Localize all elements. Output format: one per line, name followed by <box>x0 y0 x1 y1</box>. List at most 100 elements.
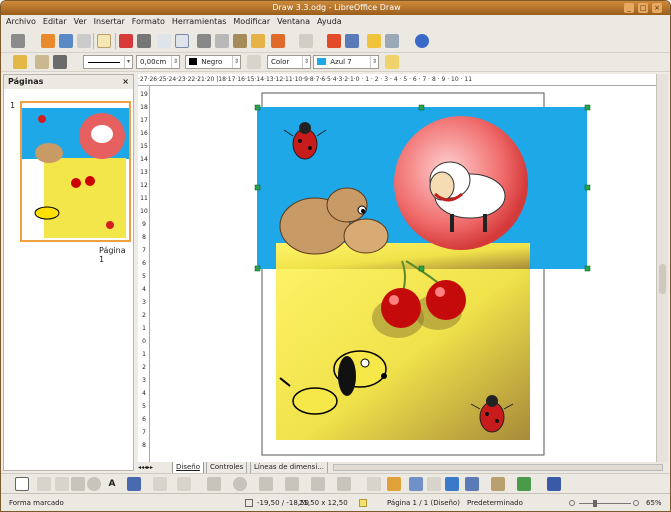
text-tool-icon[interactable]: A <box>105 477 119 491</box>
menu-ventana[interactable]: Ventana <box>277 17 310 26</box>
print-icon[interactable] <box>137 34 151 48</box>
open-icon[interactable] <box>41 34 55 48</box>
paste-icon[interactable] <box>233 34 247 48</box>
callouts-icon[interactable] <box>311 477 325 491</box>
horizontal-ruler[interactable]: ·27·26·25·24·23·22·21·20 |18·17·16·15·14… <box>138 74 656 86</box>
line-style-icon[interactable] <box>13 55 27 69</box>
fill-type-select[interactable]: Color ⇕ <box>267 55 311 69</box>
lines-arrows-icon[interactable] <box>177 477 191 491</box>
maximize-icon[interactable]: □ <box>638 3 648 13</box>
select-icon[interactable] <box>15 477 29 491</box>
redo-icon[interactable] <box>299 34 313 48</box>
menu-archivo[interactable]: Archivo <box>6 17 36 26</box>
table-icon[interactable] <box>345 34 359 48</box>
spellcheck-icon[interactable] <box>157 34 171 48</box>
app-window: Draw 3.3.odg - LibreOffice Draw _ □ × Ar… <box>0 0 671 512</box>
help-icon[interactable] <box>415 34 429 48</box>
fill-color-select[interactable]: Azul 7 ⇕ <box>313 55 379 69</box>
line-style-select[interactable]: ▾ <box>83 55 133 69</box>
scroll-thumb[interactable] <box>659 264 666 294</box>
navigator-icon[interactable] <box>367 34 381 48</box>
vertical-ruler[interactable]: 19 18 17 16 15 14 13 12 11 10 9 8 7 6 5 4 3 2 1 0 1 2 3 4 5 6 7 8 <box>138 86 150 462</box>
area-icon[interactable] <box>247 55 261 69</box>
chart-icon[interactable] <box>327 34 341 48</box>
vertical-ruler-label: 2 <box>142 312 146 319</box>
layer-tabs: ◂◂◂▸▸ Diseño Controles Líneas de dimensi… <box>138 462 668 474</box>
points-icon[interactable] <box>367 477 381 491</box>
status-zoom: 65% <box>646 499 662 507</box>
from-file-icon[interactable] <box>427 477 441 491</box>
stars-icon[interactable] <box>337 477 351 491</box>
pages-panel-header: Páginas × <box>4 75 133 89</box>
save-icon[interactable] <box>59 34 73 48</box>
line-ends-icon[interactable] <box>53 55 67 69</box>
vertical-ruler-label: 6 <box>142 260 146 267</box>
vertical-scrollbar[interactable] <box>656 74 668 462</box>
vertical-ruler-label: 16 <box>140 130 148 137</box>
clone-format-icon[interactable] <box>251 34 265 48</box>
zoom-slider-thumb[interactable] <box>593 500 597 507</box>
zoom-slider[interactable] <box>579 503 631 504</box>
close-icon[interactable]: × <box>122 75 129 89</box>
vertical-ruler-label: 8 <box>142 442 146 449</box>
copy-icon[interactable] <box>215 34 229 48</box>
horizontal-scrollbar[interactable] <box>333 464 663 471</box>
edit-file-icon[interactable] <box>97 34 111 48</box>
vertical-ruler-label: 17 <box>140 117 148 124</box>
vertical-ruler-label: 8 <box>142 234 146 241</box>
symbol-shapes-icon[interactable] <box>233 477 247 491</box>
curve-icon[interactable] <box>127 477 141 491</box>
rectangle-icon[interactable] <box>71 477 85 491</box>
arrange-icon[interactable] <box>517 477 531 491</box>
close-icon[interactable]: × <box>652 3 662 13</box>
line-tool-icon[interactable] <box>37 477 51 491</box>
ellipse-icon[interactable] <box>87 477 101 491</box>
vertical-ruler-label: 0 <box>142 338 146 345</box>
connector-icon[interactable] <box>153 477 167 491</box>
shadow-icon[interactable] <box>385 55 399 69</box>
fontwork-icon[interactable] <box>409 477 423 491</box>
load-url-icon[interactable] <box>11 34 25 48</box>
drawing-canvas[interactable] <box>150 86 656 462</box>
line-color-select[interactable]: Negro ⇕ <box>185 55 241 69</box>
menu-formato[interactable]: Formato <box>132 17 165 26</box>
glue-points-icon[interactable] <box>387 477 401 491</box>
export-pdf-icon[interactable] <box>119 34 133 48</box>
zoom-in-icon[interactable] <box>633 500 639 506</box>
undo-icon[interactable] <box>271 34 285 48</box>
arrow-line-icon[interactable] <box>55 477 69 491</box>
gallery-icon[interactable] <box>445 477 459 491</box>
menu-ayuda[interactable]: Ayuda <box>317 17 342 26</box>
tab-nav-arrows[interactable]: ◂◂◂▸▸ <box>138 462 153 473</box>
align-icon[interactable] <box>491 477 505 491</box>
pages-panel-title: Páginas <box>8 77 44 86</box>
menu-insertar[interactable]: Insertar <box>94 17 125 26</box>
mail-icon[interactable] <box>77 34 91 48</box>
zoom-icon[interactable] <box>385 34 399 48</box>
minimize-icon[interactable]: _ <box>624 3 634 13</box>
extrusion-icon[interactable] <box>547 477 561 491</box>
vertical-ruler-label: 3 <box>142 377 146 384</box>
zoom-out-icon[interactable] <box>569 500 575 506</box>
page-thumbnail[interactable] <box>20 101 131 242</box>
line-width-field[interactable]: 0,00cm ⇕ <box>136 55 180 69</box>
menu-bar: Archivo Editar Ver Insertar Formato Herr… <box>1 15 670 28</box>
basic-shapes-icon[interactable] <box>207 477 221 491</box>
flowchart-icon[interactable] <box>285 477 299 491</box>
vertical-ruler-label: 18 <box>140 104 148 111</box>
menu-ver[interactable]: Ver <box>74 17 87 26</box>
page-label: Página 1 <box>99 246 126 264</box>
menu-editar[interactable]: Editar <box>43 17 67 26</box>
block-arrows-icon[interactable] <box>259 477 273 491</box>
autospellcheck-icon[interactable] <box>175 34 189 48</box>
title-bar: Draw 3.3.odg - LibreOffice Draw _ □ × <box>1 1 670 15</box>
cut-icon[interactable] <box>197 34 211 48</box>
rotate-icon[interactable] <box>465 477 479 491</box>
menu-modificar[interactable]: Modificar <box>233 17 270 26</box>
vertical-ruler-labels: 19 18 17 16 15 14 13 12 11 10 9 8 7 6 5 4 3 2 1 0 1 2 3 4 5 6 7 8 <box>139 88 149 452</box>
document-modified-icon <box>359 499 367 507</box>
arrow-style-icon[interactable] <box>35 55 49 69</box>
vertical-ruler-label: 5 <box>142 273 146 280</box>
menu-herramientas[interactable]: Herramientas <box>172 17 227 26</box>
horizontal-ruler-labels: ·27·26·25·24·23·22·21·20 |18·17·16·15·14… <box>138 76 473 83</box>
